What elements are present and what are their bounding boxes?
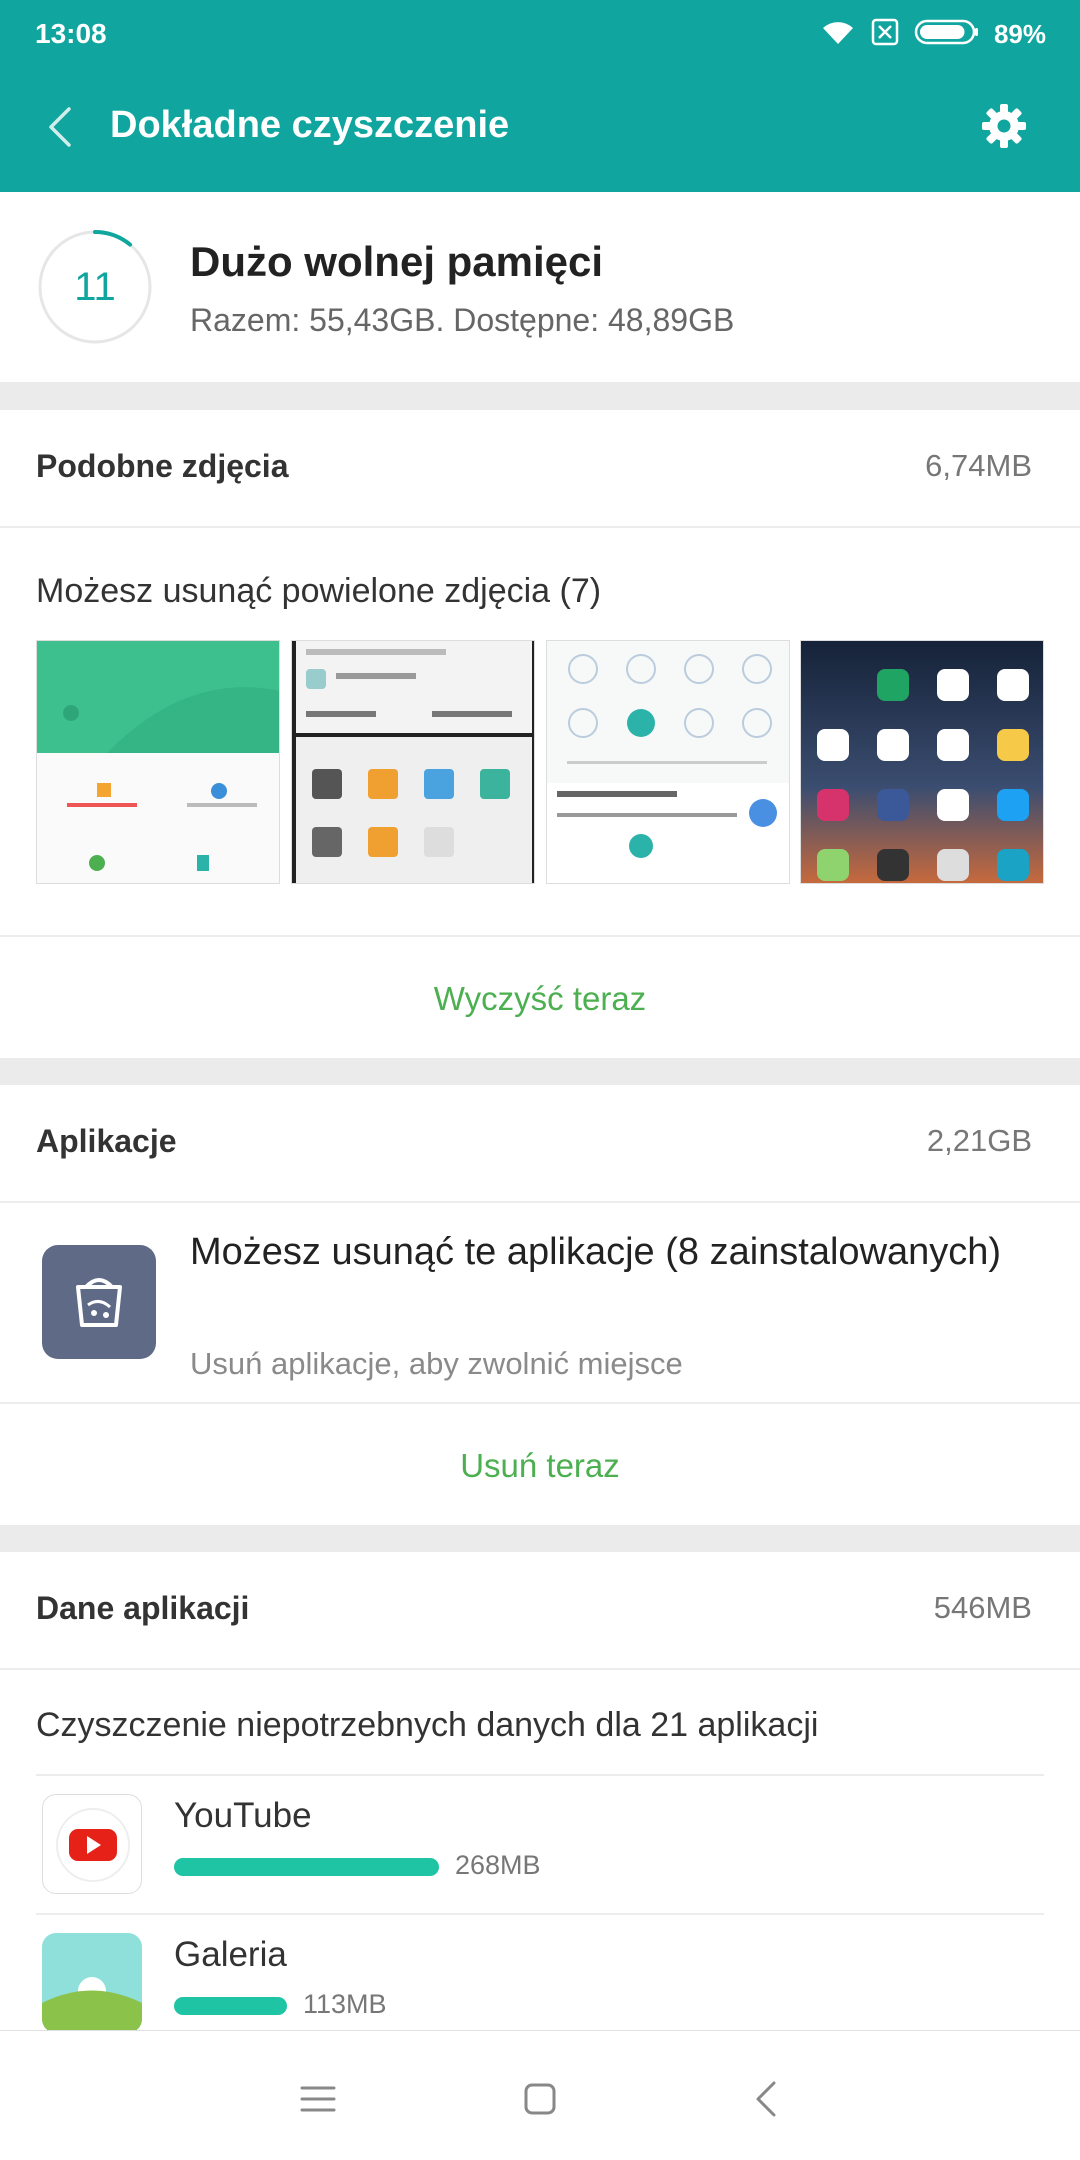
top-app-bar: 13:08 89% Dokładne czyszczenie [0, 0, 1080, 192]
storage-ring-value: 11 [74, 264, 116, 309]
remove-now-button[interactable]: Usuń teraz [0, 1447, 1080, 1485]
page-title: Dokładne czyszczenie [110, 104, 510, 146]
chevron-left-icon [45, 105, 75, 154]
storage-summary-card: 11 Dużo wolnej pamięci Razem: 55,43GB. D… [0, 192, 1080, 382]
section-size: 2,21GB [926, 1123, 1032, 1158]
battery-icon [914, 17, 980, 52]
app-name: YouTube [174, 1796, 312, 1835]
app-data-description: Czyszczenie niepotrzebnych danych dla 21… [36, 1706, 819, 1744]
home-button[interactable] [510, 2071, 570, 2131]
back-button[interactable] [30, 96, 90, 162]
divider [0, 935, 1080, 937]
divider [0, 1201, 1080, 1203]
storage-title: Dużo wolnej pamięci [190, 238, 604, 285]
back-triangle-icon [754, 2081, 778, 2122]
divider [0, 526, 1080, 528]
app-size-bar [174, 1858, 439, 1876]
similar-photos-header[interactable]: Podobne zdjęcia 6,74MB [0, 410, 1080, 526]
apps-subtitle: Usuń aplikacje, aby zwolnić miejsce [190, 1346, 683, 1381]
back-nav-button[interactable] [736, 2071, 796, 2131]
app-uninstall-tile [42, 1245, 156, 1359]
photo-thumbnail[interactable] [546, 640, 790, 884]
app-name: Galeria [174, 1935, 287, 1974]
photo-thumbnail[interactable] [36, 640, 280, 884]
app-data-header[interactable]: Dane aplikacji 546MB [0, 1552, 1080, 1668]
photo-thumbnail[interactable] [291, 640, 535, 884]
youtube-icon [42, 1794, 142, 1894]
app-data-row[interactable]: YouTube 268MB [0, 1776, 1080, 1914]
trash-bag-icon [66, 1267, 132, 1338]
section-title: Dane aplikacji [36, 1590, 250, 1626]
section-title: Aplikacje [36, 1123, 177, 1159]
gear-icon [980, 102, 1028, 155]
status-icons: 89% [820, 14, 1046, 54]
status-bar: 13:08 89% [0, 0, 1080, 66]
apps-headline: Możesz usunąć te aplikacje (8 zainstalow… [190, 1231, 1002, 1273]
home-square-icon [523, 2082, 557, 2121]
wifi-icon [820, 18, 856, 51]
menu-button[interactable] [288, 2071, 348, 2131]
photo-thumbnail[interactable] [800, 640, 1044, 884]
app-size: 268MB [455, 1850, 541, 1880]
section-title: Podobne zdjęcia [36, 448, 289, 484]
app-size-bar [174, 1997, 287, 2015]
app-size: 113MB [303, 1989, 387, 2019]
apps-header[interactable]: Aplikacje 2,21GB [0, 1085, 1080, 1201]
similar-photos-description: Możesz usunąć powielone zdjęcia (7) [36, 572, 602, 610]
no-sim-icon [870, 17, 900, 52]
divider [0, 1402, 1080, 1404]
app-bar: Dokładne czyszczenie [0, 66, 1080, 192]
menu-icon [300, 2084, 336, 2119]
section-size: 6,74MB [925, 448, 1032, 483]
status-time: 13:08 [35, 18, 107, 49]
navigation-bar [0, 2030, 1080, 2160]
storage-subtitle: Razem: 55,43GB. Dostępne: 48,89GB [190, 302, 735, 338]
clean-now-button[interactable]: Wyczyść teraz [0, 980, 1080, 1018]
apps-card: Aplikacje 2,21GB Usuń teraz [0, 1085, 1080, 1525]
divider [0, 1668, 1080, 1670]
gallery-icon [42, 1933, 142, 2033]
settings-button[interactable] [974, 98, 1034, 158]
section-size: 546MB [933, 1590, 1032, 1625]
battery-percent: 89% [993, 18, 1046, 49]
